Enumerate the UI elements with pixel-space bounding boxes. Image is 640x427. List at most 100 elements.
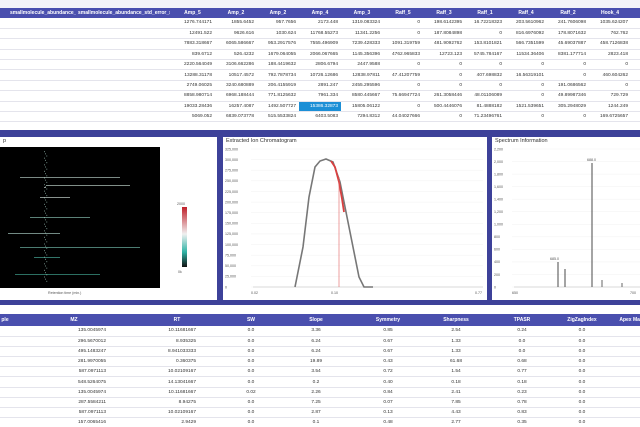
column-header[interactable]: Symmetry — [356, 314, 420, 326]
table-cell[interactable] — [76, 80, 170, 92]
table-cell[interactable]: 48.01106089 — [465, 90, 505, 102]
table-cell[interactable]: 360.1141033 — [631, 111, 640, 123]
table-cell[interactable]: _1 — [0, 417, 20, 427]
table-cell[interactable]: 670.9465079 — [631, 101, 640, 113]
table-cell[interactable]: 44.04027666 — [383, 111, 423, 123]
table-cell[interactable]: 281.9970055 — [20, 356, 128, 368]
table-cell[interactable]: 2127.975983 — [631, 18, 640, 29]
table-cell[interactable]: 7883.318667 — [170, 38, 215, 50]
table-cell[interactable]: 3240.680889 — [215, 80, 257, 92]
table-cell[interactable] — [612, 417, 640, 427]
table-cell[interactable]: 0 — [505, 90, 547, 102]
table-cell[interactable]: 1035.624207 — [589, 18, 631, 29]
table-cell[interactable]: 45.69037887 — [547, 38, 589, 50]
table-row[interactable]: 7883.318667 6065.586667 953.2917576 7555.49… — [0, 38, 640, 50]
table-cell[interactable]: 75.66947724 — [383, 90, 423, 102]
table-row[interactable]: _1135.004597410.116816670.022.260.842.41… — [0, 387, 640, 398]
table-cell[interactable]: 0.35 — [492, 417, 552, 427]
column-header[interactable]: ZigZagIndex — [552, 314, 612, 326]
table-cell[interactable]: 10.11681667 — [128, 326, 226, 337]
table-cell[interactable]: 0 — [505, 80, 547, 92]
table-cell[interactable]: 2066.067665 — [299, 49, 341, 61]
table-cell[interactable]: 0.0 — [552, 366, 612, 378]
table-cell[interactable]: 0.0 — [226, 407, 276, 419]
table-cell[interactable]: 61.68 — [420, 356, 492, 368]
table-row[interactable]: _1281.99700550.3603750.019.890.4361.680.… — [0, 356, 640, 368]
table-cell[interactable]: 4.43 — [420, 407, 492, 419]
table-cell[interactable] — [612, 387, 640, 398]
table-cell[interactable]: 0.83 — [492, 407, 552, 419]
column-header[interactable]: Raff_3 — [423, 8, 465, 18]
table-cell[interactable]: 0 — [505, 59, 547, 71]
table-cell[interactable]: 0 — [423, 59, 465, 71]
table-cell[interactable]: 500.4446076 — [423, 101, 465, 113]
table-cell[interactable]: 762.762 — [589, 28, 631, 40]
table-row[interactable]: 2749.06025 3240.680889 206.4155919 2891.247… — [0, 80, 640, 92]
table-cell[interactable]: 0.84 — [356, 387, 420, 398]
column-header[interactable]: TPASR — [492, 314, 552, 326]
column-header[interactable]: Sharpness — [420, 314, 492, 326]
table-cell[interactable] — [0, 90, 8, 102]
table-cell[interactable]: 198.6142395 — [423, 18, 465, 29]
table-cell[interactable]: _1 — [0, 326, 20, 337]
table-cell[interactable]: 0 — [631, 90, 640, 102]
table-cell[interactable]: 0 — [547, 69, 589, 81]
table-cell[interactable]: 89.25938266 — [631, 69, 640, 81]
table-cell[interactable]: 771.8125632 — [257, 90, 299, 102]
table-cell[interactable]: 0 — [465, 80, 505, 92]
column-header[interactable]: Raff_2 — [547, 8, 589, 18]
table-cell[interactable]: 261.3058446 — [423, 90, 465, 102]
table-cell[interactable]: 2.87 — [276, 407, 356, 419]
table-cell[interactable]: 188.4419632 — [257, 59, 299, 71]
table-cell[interactable]: 0.0 — [226, 397, 276, 409]
table-cell[interactable]: 81.4888182 — [465, 101, 505, 113]
table-row[interactable]: _1548.526407514.130416670.00.20.400.180.… — [0, 376, 640, 388]
table-cell[interactable]: 8580.445667 — [341, 90, 383, 102]
table-cell[interactable] — [76, 90, 170, 102]
table-cell[interactable]: 0 — [547, 59, 589, 71]
table-cell[interactable]: 957.7656 — [257, 18, 299, 29]
table-cell[interactable]: 3.36 — [276, 326, 356, 337]
table-cell[interactable]: 14.13041667 — [128, 376, 226, 388]
column-header[interactable]: Amp_2 — [215, 8, 257, 18]
table-cell[interactable]: 0.85 — [356, 326, 420, 337]
table-cell[interactable]: 10.02109167 — [128, 366, 226, 378]
table-cell[interactable] — [8, 111, 76, 123]
table-cell[interactable]: 0.360375 — [128, 356, 226, 368]
table-cell[interactable]: 4762.965833 — [383, 49, 423, 61]
table-cell[interactable]: 587.0971113 — [20, 407, 128, 419]
table-cell[interactable]: 19.89 — [276, 356, 356, 368]
table-cell[interactable]: 12491.522 — [170, 28, 215, 40]
table-cell[interactable]: 1091.319759 — [383, 38, 423, 50]
table-cell[interactable]: _1 — [0, 376, 20, 388]
table-cell[interactable]: 0.0 — [552, 356, 612, 368]
table-cell[interactable]: 9626.616 — [215, 28, 257, 40]
table-cell[interactable]: 7961.334 — [299, 90, 341, 102]
table-cell[interactable]: 0.67 — [356, 336, 420, 347]
table-cell[interactable]: 1244.249 — [589, 101, 631, 113]
table-cell[interactable] — [612, 397, 640, 409]
table-cell[interactable]: 203.5610962 — [505, 18, 547, 29]
table-cell[interactable]: 2891.247 — [299, 80, 341, 92]
table-cell[interactable]: 0.0 — [552, 407, 612, 419]
table-cell[interactable]: 2447.9588 — [341, 59, 383, 71]
table-cell[interactable]: 6.24 — [276, 336, 356, 347]
table-cell[interactable]: 47.41207759 — [383, 69, 423, 81]
table-cell[interactable]: 7294.8312 — [341, 111, 383, 123]
spectrum-chart[interactable]: 2,200 2,000 1,800 1,600 1,400 1,200 1,000 800 60… — [492, 137, 640, 300]
table-cell[interactable]: 0 — [631, 80, 640, 92]
table-cell[interactable]: 7.85 — [420, 397, 492, 409]
table-cell[interactable]: 5745.784167 — [465, 49, 505, 61]
table-cell[interactable]: 6968.188444 — [215, 90, 257, 102]
table-cell[interactable]: _1 — [0, 336, 20, 347]
table-cell[interactable]: 0.0 — [552, 346, 612, 358]
table-cell[interactable]: _1 — [0, 397, 20, 409]
table-cell[interactable]: 839.6712 — [170, 49, 215, 61]
table-cell[interactable]: 0 — [423, 80, 465, 92]
table-cell[interactable]: 611.7868652 — [631, 38, 640, 50]
column-header[interactable]: smallmolecule_abundance_stdev_sub — [8, 8, 76, 18]
table-cell[interactable] — [0, 69, 8, 81]
table-cell[interactable] — [0, 49, 8, 61]
table-cell[interactable]: 0.72 — [356, 366, 420, 378]
table-cell[interactable]: 169.6725657 — [589, 111, 631, 123]
